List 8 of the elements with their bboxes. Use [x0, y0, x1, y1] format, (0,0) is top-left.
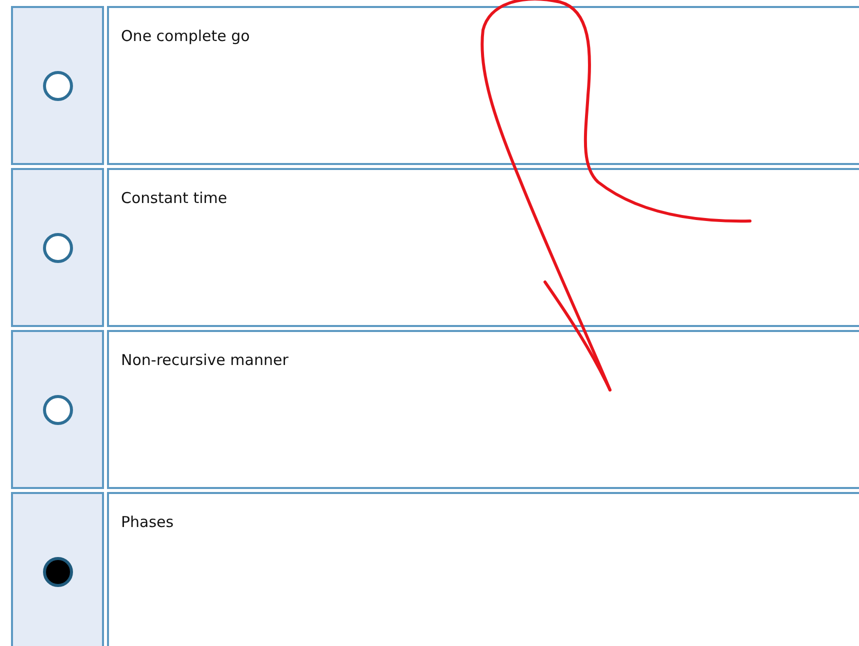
option-label: One complete go: [121, 27, 250, 45]
option-label: Constant time: [121, 189, 228, 207]
radio-button[interactable]: [42, 70, 72, 100]
option-label: Phases: [121, 513, 174, 531]
radio-button[interactable]: [42, 232, 72, 262]
option-label: Non-recursive manner: [121, 351, 288, 369]
radio-button[interactable]: [42, 556, 72, 586]
radio-button[interactable]: [42, 394, 72, 424]
